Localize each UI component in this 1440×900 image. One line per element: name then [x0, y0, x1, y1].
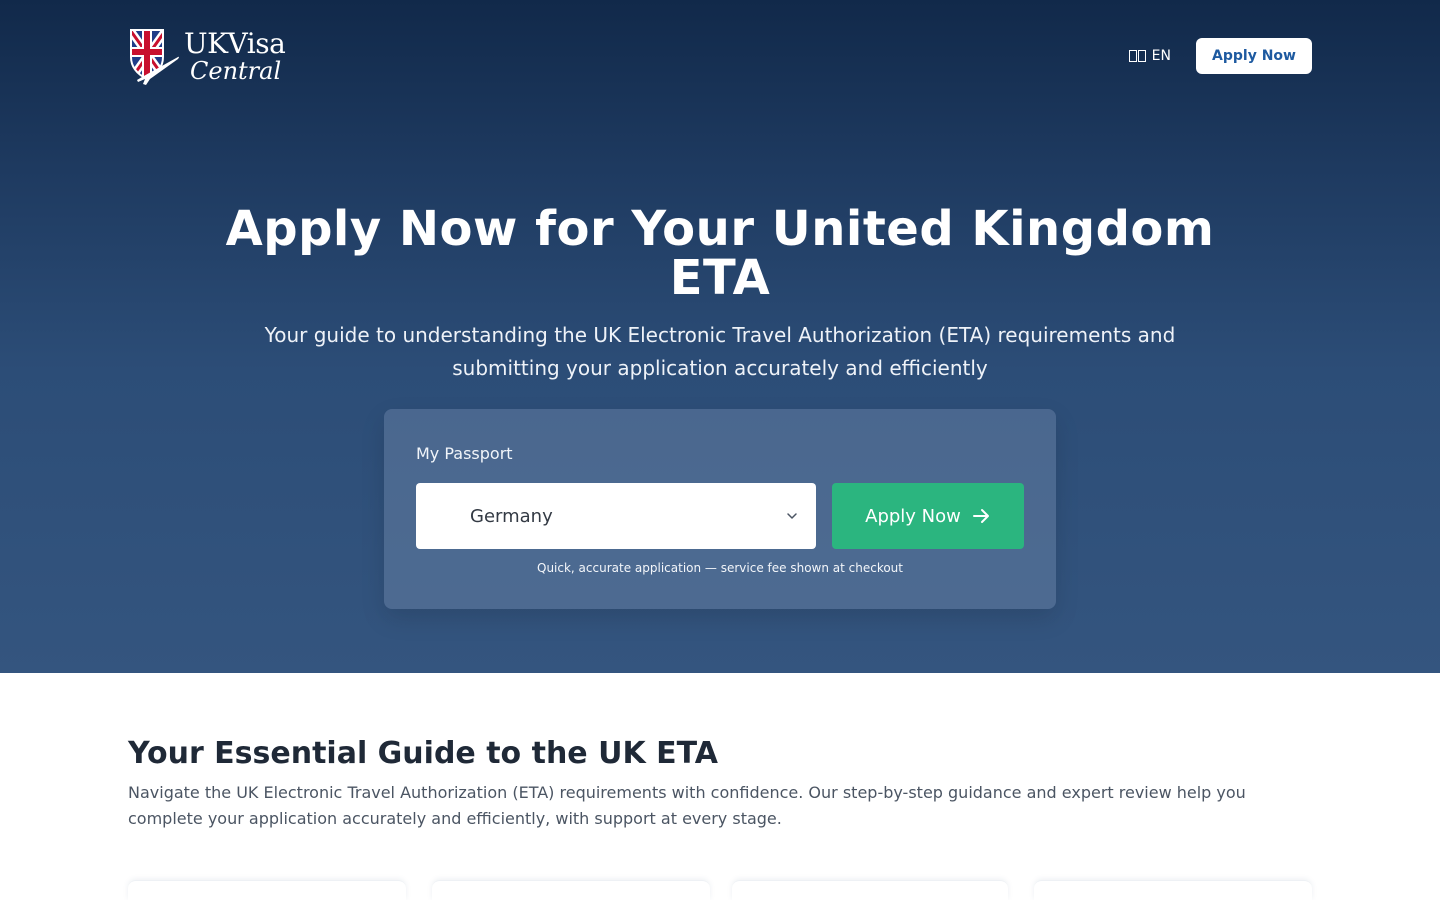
site-header: UKVisa Central EN Apply Now	[128, 24, 1312, 88]
selected-country: Germany	[470, 505, 553, 527]
chevron-down-icon	[787, 513, 797, 519]
guide-title: Your Essential Guide to the UK ETA	[128, 736, 718, 771]
apply-now-label: Apply Now	[865, 505, 961, 527]
guide-description: Navigate the UK Electronic Travel Author…	[128, 783, 1246, 828]
passport-label: My Passport	[416, 444, 513, 463]
feature-card	[432, 880, 710, 900]
arrow-right-icon	[972, 509, 989, 523]
passport-form-card: My Passport Germany Apply Now Quick, acc…	[384, 409, 1056, 609]
uk-flag-plane-logo-icon	[130, 29, 179, 85]
language-selector[interactable]: EN	[1128, 48, 1171, 64]
feature-card	[1034, 880, 1312, 900]
hero-title: Apply Now for Your United Kingdom ETA	[225, 201, 1215, 306]
hero-section: UKVisa Central EN Apply Now Apply Now fo…	[0, 0, 1440, 673]
logo-line-1: UKVisa	[184, 26, 286, 60]
passport-country-select[interactable]: Germany	[416, 483, 816, 549]
hero-subtitle: Your guide to understanding the UK Elect…	[264, 323, 1176, 380]
feature-cards	[128, 880, 1312, 900]
apply-now-button[interactable]: Apply Now	[832, 483, 1024, 549]
language-code: EN	[1151, 48, 1171, 64]
logo-line-2: Central	[190, 56, 282, 85]
form-note: Quick, accurate application — service fe…	[537, 561, 903, 575]
feature-card	[128, 880, 406, 900]
logo-text: UKVisa Central	[184, 26, 286, 85]
flag-icon	[1128, 50, 1146, 62]
header-actions: EN Apply Now	[1128, 38, 1312, 74]
site-logo[interactable]: UKVisa Central	[128, 26, 286, 85]
feature-card	[732, 880, 1008, 900]
header-apply-button[interactable]: Apply Now	[1196, 38, 1312, 74]
